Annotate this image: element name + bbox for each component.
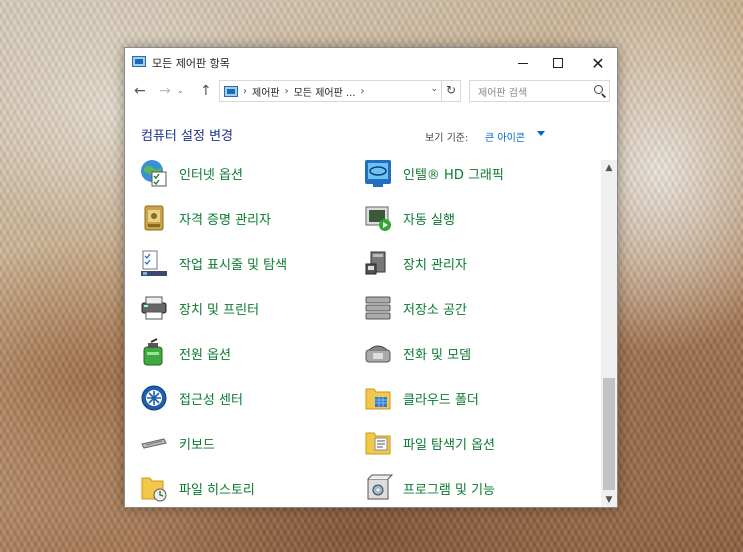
item-device-manager[interactable]: 장치 관리자 [363, 247, 467, 279]
breadcrumb-control-panel[interactable]: 제어판 [252, 84, 280, 99]
item-label: 키보드 [179, 437, 215, 453]
item-power-options[interactable]: 전원 옵션 [139, 337, 231, 369]
item-internet-options[interactable]: 인터넷 옵션 [139, 160, 243, 189]
breadcrumb-separator[interactable]: › [361, 86, 365, 97]
phone-modem-icon [365, 345, 391, 363]
power-options-icon [143, 338, 163, 366]
storage-spaces-icon [365, 296, 391, 320]
navigation-bar: ← → ⌄ ↑ › 제어판 › 모든 제어판 ... › ⌄ ↻ 제어판 검색 [125, 78, 617, 104]
scroll-down-button[interactable]: ▼ [601, 492, 617, 507]
items-list: 인터넷 옵션 인텔® HD 그래픽 자격 증명 관리자 자동 실행 작업 표시줄… [125, 160, 603, 507]
item-label: 클라우드 폴더 [403, 392, 479, 408]
content-header: 컴퓨터 설정 변경 보기 기준: 큰 아이콘 [125, 104, 617, 160]
file-history-icon [141, 477, 167, 502]
item-phone-modem[interactable]: 전화 및 모뎀 [363, 337, 471, 369]
breadcrumb-separator[interactable]: › [243, 86, 247, 97]
caret-down-icon[interactable] [537, 131, 545, 136]
recent-locations-button[interactable]: ⌄ [177, 82, 184, 100]
autoplay-icon [365, 206, 391, 231]
item-label: 전원 옵션 [179, 347, 231, 363]
vertical-scrollbar[interactable]: ▲ ▼ [601, 160, 617, 507]
programs-features-icon [367, 474, 393, 500]
item-keyboard[interactable]: 키보드 [139, 427, 215, 459]
item-label: 자동 실행 [403, 212, 455, 228]
intel-graphics-icon [365, 160, 391, 187]
item-file-explorer-options[interactable]: 파일 탐색기 옵션 [363, 427, 495, 459]
breadcrumb-separator[interactable]: › [285, 86, 289, 97]
item-label: 접근성 센터 [179, 392, 243, 408]
item-work-folders[interactable]: 클라우드 폴더 [363, 382, 479, 414]
scroll-up-button[interactable]: ▲ [601, 160, 617, 176]
item-label: 작업 표시줄 및 탐색 [179, 257, 288, 273]
item-label: 전화 및 모뎀 [403, 347, 472, 363]
taskbar-icon [141, 250, 167, 276]
control-panel-icon [224, 85, 238, 97]
minimize-button[interactable] [503, 48, 543, 78]
item-label: 저장소 공간 [403, 302, 467, 318]
keyboard-icon [141, 438, 167, 449]
item-devices-printers[interactable]: 장치 및 프린터 [139, 292, 259, 324]
item-intel-graphics[interactable]: 인텔® HD 그래픽 [363, 160, 504, 189]
close-button[interactable]: ✕ [578, 48, 617, 78]
title-bar[interactable]: 모든 제어판 항목 ✕ [125, 48, 617, 78]
minimize-icon [518, 62, 528, 64]
view-by-dropdown[interactable]: 큰 아이콘 [485, 129, 525, 144]
back-button[interactable]: ← [134, 82, 146, 100]
item-programs-features[interactable]: 프로그램 및 기능 [363, 472, 495, 504]
file-explorer-options-icon [365, 432, 391, 455]
search-icon[interactable] [594, 85, 603, 94]
refresh-button[interactable]: ↻ [446, 83, 456, 97]
forward-button[interactable]: → [159, 82, 171, 100]
maximize-icon [553, 58, 563, 68]
device-manager-icon [365, 251, 386, 275]
credential-manager-icon [144, 205, 164, 231]
item-file-history[interactable]: 파일 히스토리 [139, 472, 255, 504]
item-label: 장치 관리자 [403, 257, 467, 273]
up-button[interactable]: ↑ [200, 82, 212, 100]
address-bar[interactable]: › 제어판 › 모든 제어판 ... › ⌄ ↻ [219, 80, 461, 102]
address-dropdown-button[interactable]: ⌄ [430, 84, 438, 94]
search-placeholder: 제어판 검색 [478, 87, 528, 99]
scroll-thumb[interactable] [603, 378, 615, 490]
item-storage-spaces[interactable]: 저장소 공간 [363, 292, 467, 324]
item-label: 자격 증명 관리자 [179, 212, 271, 228]
item-taskbar[interactable]: 작업 표시줄 및 탐색 [139, 247, 287, 279]
item-credential-manager[interactable]: 자격 증명 관리자 [139, 202, 271, 234]
item-label: 인텔® HD 그래픽 [403, 167, 504, 183]
page-title: 컴퓨터 설정 변경 [141, 129, 233, 144]
work-folders-icon [365, 388, 391, 410]
address-divider [441, 81, 442, 101]
item-label: 파일 탐색기 옵션 [403, 437, 495, 453]
devices-printers-icon [141, 296, 167, 320]
maximize-button[interactable] [538, 48, 578, 78]
item-ease-of-access[interactable]: 접근성 센터 [139, 382, 243, 414]
item-label: 프로그램 및 기능 [403, 482, 495, 498]
item-autoplay[interactable]: 자동 실행 [363, 202, 455, 234]
control-panel-icon [132, 56, 146, 67]
control-panel-window: 모든 제어판 항목 ✕ ← → ⌄ ↑ › 제어판 › 모든 제어판 ... ›… [124, 47, 618, 508]
search-input[interactable]: 제어판 검색 [469, 80, 610, 102]
item-label: 인터넷 옵션 [179, 167, 243, 183]
window-title: 모든 제어판 항목 [152, 57, 230, 70]
breadcrumb-all-items[interactable]: 모든 제어판 ... [294, 84, 356, 99]
internet-options-icon [141, 160, 167, 187]
ease-of-access-icon [141, 385, 167, 411]
view-by-label: 보기 기준: [425, 133, 469, 144]
item-label: 파일 히스토리 [179, 482, 255, 498]
item-label: 장치 및 프린터 [179, 302, 260, 318]
